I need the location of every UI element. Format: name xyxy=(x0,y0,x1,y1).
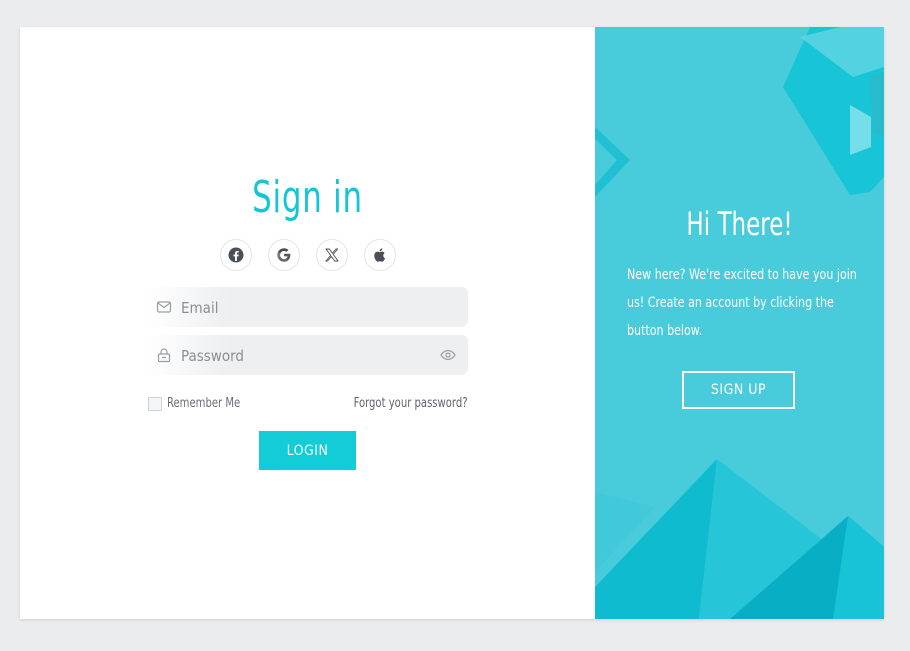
google-login-button[interactable] xyxy=(268,239,300,271)
email-input[interactable] xyxy=(179,287,433,329)
google-icon xyxy=(277,248,291,262)
email-field xyxy=(147,287,468,329)
login-button[interactable]: LOGIN xyxy=(259,431,356,470)
signin-panel: Sign in Email Remember Me Forgot your pa… xyxy=(20,27,595,619)
apple-login-button[interactable] xyxy=(364,239,396,271)
x-icon xyxy=(325,248,339,262)
welcome-title: Hi There! xyxy=(686,205,793,243)
x-login-button[interactable] xyxy=(316,239,348,271)
signin-title: Sign in xyxy=(252,172,363,223)
sign-up-button[interactable]: SIGN UP xyxy=(682,371,795,409)
welcome-description: New here? We're excited to have you join… xyxy=(627,267,857,339)
social-login-group xyxy=(220,239,396,271)
password-field xyxy=(147,335,468,377)
eye-icon[interactable] xyxy=(440,348,456,362)
remember-me: Remember Me xyxy=(148,396,252,411)
remember-me-checkbox[interactable] xyxy=(148,396,162,411)
lock-icon xyxy=(157,348,171,363)
facebook-login-button[interactable] xyxy=(220,239,252,271)
forgot-password-link[interactable]: Forgot your password? xyxy=(354,396,468,411)
apple-icon xyxy=(374,248,386,262)
login-card: Sign in Email Remember Me Forgot your pa… xyxy=(20,27,884,619)
remember-me-label: Remember Me xyxy=(167,396,241,411)
password-input[interactable] xyxy=(179,335,433,377)
welcome-panel: Hi There! New here? We're excited to hav… xyxy=(595,27,884,619)
mail-icon xyxy=(156,301,172,313)
facebook-icon xyxy=(228,247,244,263)
